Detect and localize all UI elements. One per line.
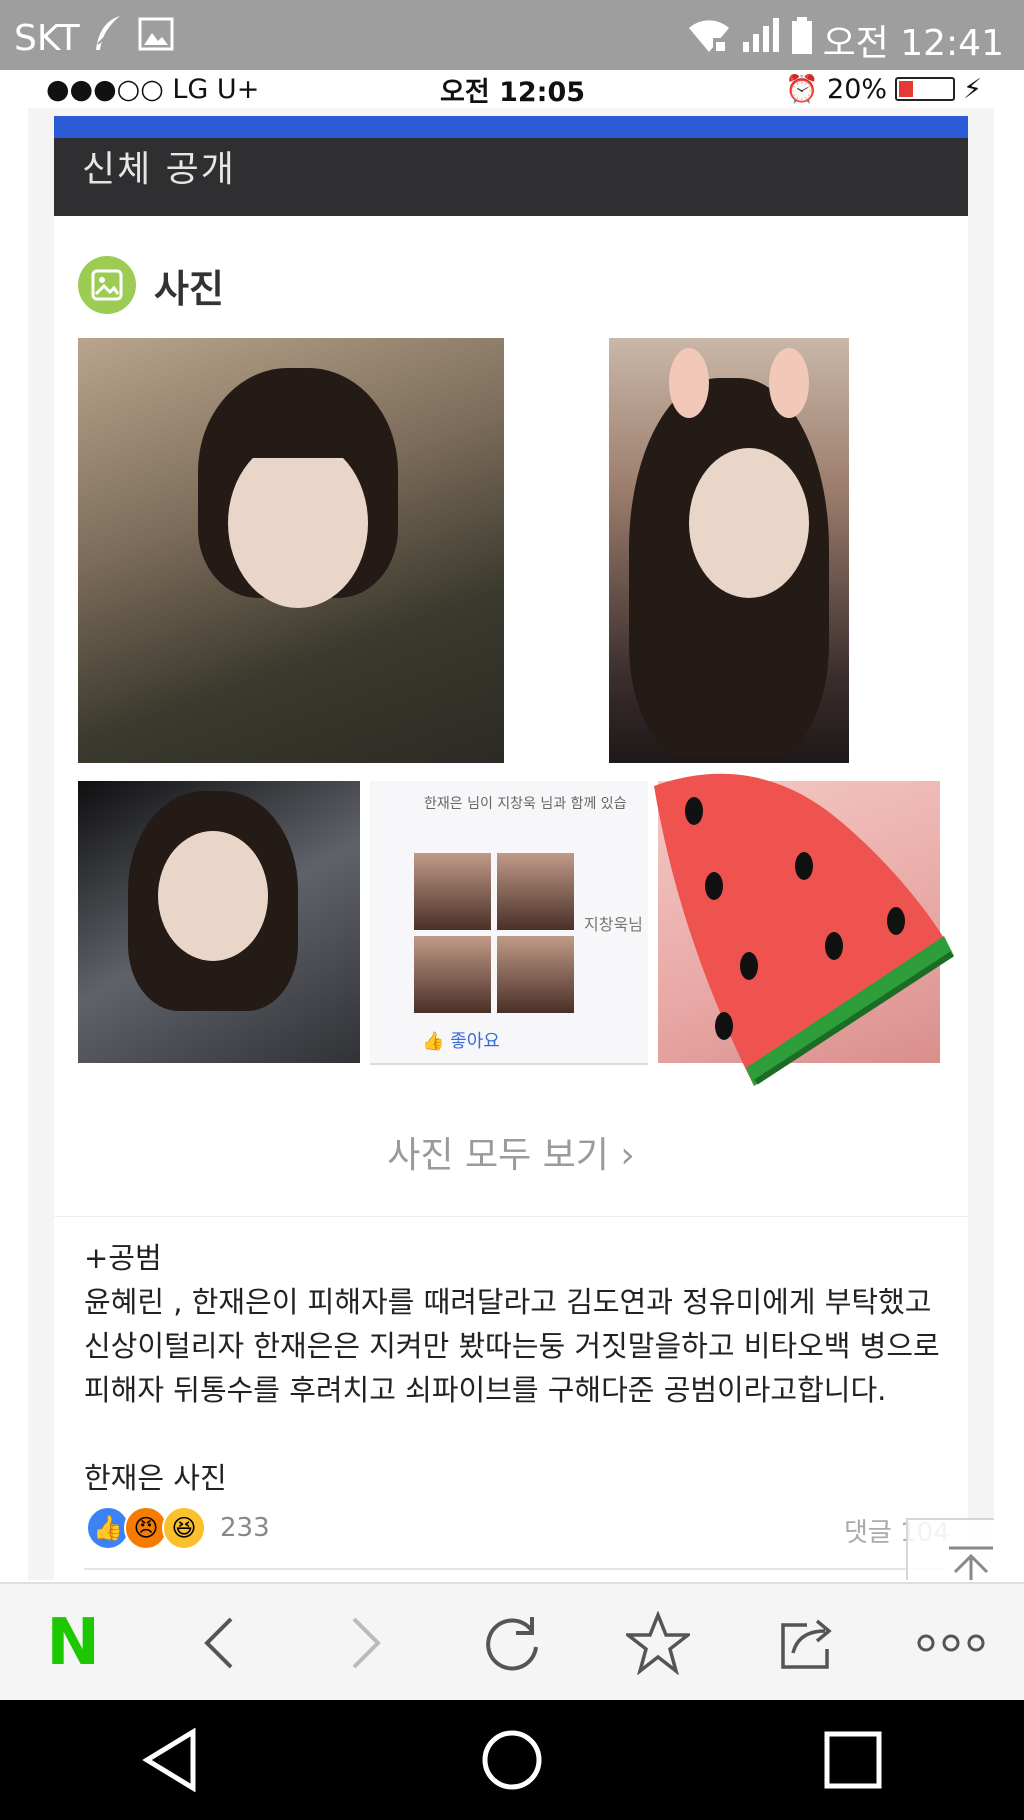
android-nav-bar <box>0 1700 1024 1820</box>
forward-button[interactable] <box>321 1598 411 1688</box>
post-line: 윤혜린 , 한재은이 피해자를 때려달라고 김도연과 정유미에게 부탁했고 <box>84 1285 932 1319</box>
chevron-right-icon <box>352 1617 381 1669</box>
ios-carrier: ●●●○○ LG U+ <box>46 73 260 105</box>
bookmark-button[interactable] <box>613 1598 703 1688</box>
photo-thumbnail[interactable] <box>609 338 849 763</box>
section-title: 사진 <box>154 266 224 311</box>
back-button[interactable] <box>174 1598 264 1688</box>
mini-photo-grid <box>414 853 574 1013</box>
image-notification-icon <box>138 17 174 60</box>
ios-time: 오전 12:05 <box>440 76 586 108</box>
reaction-count: 233 <box>220 1513 270 1543</box>
photo-thumbnail[interactable] <box>78 781 360 1063</box>
divider <box>84 1568 944 1570</box>
photo-section-header: 사진 <box>78 256 224 314</box>
divider <box>54 1216 968 1217</box>
status-time: 오전 12:41 <box>822 23 1004 64</box>
more-menu-button[interactable] <box>906 1598 996 1688</box>
post-line: 피해자 뒤통수를 후려치고 쇠파이브를 구해다준 공범이라고합니다. <box>84 1373 887 1407</box>
android-status-bar: SKT 오전 12:41 <box>0 0 1024 70</box>
photo-thumbnail[interactable]: 한재은 님이 지창욱 님과 함께 있습 지창욱님 👍 좋아요 <box>370 781 648 1065</box>
ios-battery-icon <box>895 77 956 101</box>
naver-logo-icon: N <box>46 1606 100 1680</box>
signal-icon <box>741 17 781 63</box>
carrier-label: SKT <box>14 18 80 59</box>
watermelon-sticker <box>654 773 954 1086</box>
star-icon <box>626 1611 691 1675</box>
post-caption: 한재은 사진 <box>84 1461 227 1495</box>
haha-reaction-icon: 😆 <box>162 1506 206 1550</box>
triangle-back-icon <box>141 1728 196 1792</box>
refresh-icon <box>486 1617 538 1671</box>
photo-section-icon <box>78 256 136 314</box>
nav-recents-button[interactable] <box>808 1715 898 1805</box>
naver-home-button[interactable]: N <box>28 1598 118 1688</box>
nav-home-button[interactable] <box>467 1715 557 1805</box>
hero-bar: 신체 공개 <box>54 116 968 216</box>
circle-home-icon <box>482 1730 542 1790</box>
post-line: +공범 <box>84 1241 162 1275</box>
post-card: 신체 공개 사진 한재은 님이 지창욱 님과 함께 있습 지창욱님 👍 좋아요 … <box>54 116 968 1580</box>
browser-toolbar: N <box>0 1582 1024 1702</box>
wifi-icon <box>687 18 731 63</box>
alarm-icon: ⏰ <box>785 74 820 105</box>
chevron-left-icon <box>204 1617 233 1669</box>
share-icon <box>780 1619 832 1669</box>
ios-battery-percent: 20% <box>827 73 888 105</box>
overlay-title: 한재은 님이 지창욱 님과 함께 있습 <box>424 796 627 812</box>
refresh-button[interactable] <box>467 1598 557 1688</box>
see-all-photos-link[interactable]: 사진 모두 보기 › <box>54 1126 968 1178</box>
overlay-like: 👍 좋아요 <box>422 1031 500 1052</box>
post-body: +공범 윤혜린 , 한재은이 피해자를 때려달라고 김도연과 정유미에게 부탁했… <box>84 1236 944 1500</box>
nav-back-button[interactable] <box>126 1715 216 1805</box>
scroll-to-top-button[interactable] <box>906 1518 994 1580</box>
share-button[interactable] <box>760 1598 850 1688</box>
feather-notification-icon <box>92 14 126 63</box>
more-dots-icon <box>917 1634 985 1652</box>
ios-status-bar: ●●●○○ LG U+ 오전 12:05 ⏰ 20% ⚡ <box>28 70 994 108</box>
battery-icon <box>791 16 813 64</box>
post-line: 신상이털리자 한재은은 지켜만 봤따는둥 거짓말을하고 비타오백 병으로 <box>84 1329 940 1363</box>
charging-icon: ⚡ <box>963 73 982 105</box>
photo-thumbnail[interactable] <box>78 338 504 763</box>
arrow-up-icon <box>949 1546 993 1580</box>
square-recents-icon <box>824 1731 882 1789</box>
reaction-summary[interactable]: 👍 😠 😆 233 <box>86 1506 270 1550</box>
hero-label: 신체 공개 <box>82 149 236 190</box>
screenshot-content: ●●●○○ LG U+ 오전 12:05 ⏰ 20% ⚡ 신체 공개 사진 한재… <box>28 70 994 1580</box>
